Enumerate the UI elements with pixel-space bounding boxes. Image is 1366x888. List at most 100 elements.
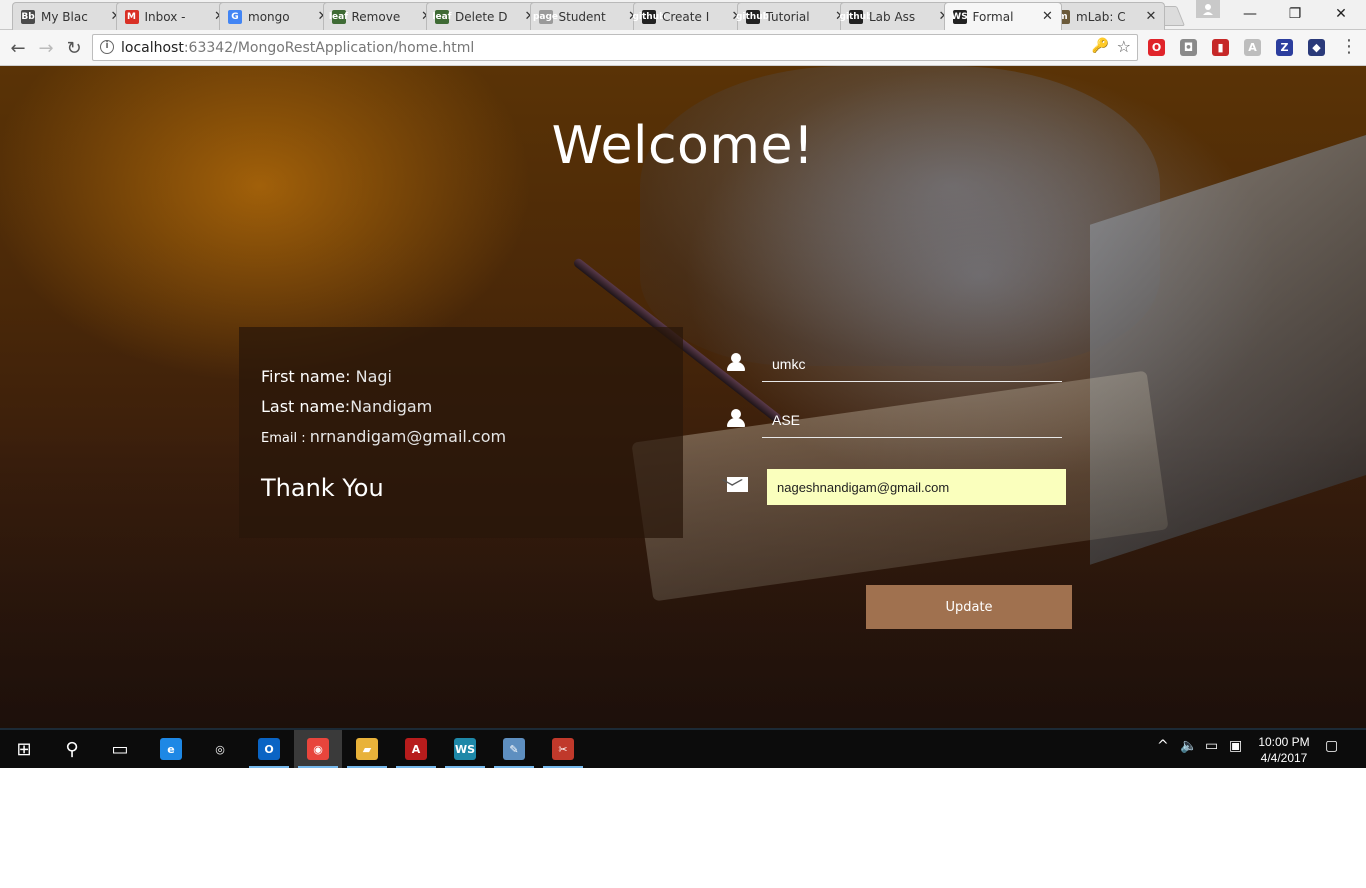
tab-strip: — ❐ ✕ BbMy Blac✕MInbox -✕Gmongo✕leafRemo… xyxy=(0,0,1366,30)
second-field-input[interactable]: ASE xyxy=(762,402,1062,438)
running-indicator xyxy=(396,766,436,768)
running-indicator xyxy=(494,766,534,768)
key-icon[interactable]: 🔑 xyxy=(1092,38,1109,54)
tab-label: Formal xyxy=(972,9,1014,24)
back-button[interactable]: ← xyxy=(6,36,30,60)
opera-icon[interactable]: O xyxy=(1148,39,1165,56)
browser-tab[interactable]: githubCreate I✕ xyxy=(632,2,751,30)
first-field-input[interactable]: umkc xyxy=(762,346,1062,382)
paint-icon[interactable]: ✎ xyxy=(490,730,538,768)
acrobat-icon[interactable]: A xyxy=(392,730,440,768)
close-window-button[interactable]: ✕ xyxy=(1318,0,1364,28)
edge-icon[interactable]: e xyxy=(147,730,195,768)
email-row: Email : nrnandigam@gmail.com xyxy=(261,427,506,446)
profile-summary-card: First name: Nagi Last name:Nandigam Emai… xyxy=(239,327,683,538)
zotero-icon[interactable]: Z xyxy=(1276,39,1293,56)
volume-icon[interactable]: 🔈 xyxy=(1180,738,1197,754)
running-indicator xyxy=(249,766,289,768)
tab-label: My Blac xyxy=(41,9,88,24)
email-label: Email : xyxy=(261,431,310,446)
running-indicator xyxy=(298,766,338,768)
last-name-row: Last name:Nandigam xyxy=(261,397,432,416)
browser-tab[interactable]: BbMy Blac✕ xyxy=(12,2,130,30)
browser-tab[interactable]: WS Formal ✕ xyxy=(943,2,1062,30)
chrome-glyph: ◉ xyxy=(307,738,329,760)
network-icon[interactable]: ▣ xyxy=(1229,738,1242,754)
tab-label: Lab Ass xyxy=(869,9,916,24)
browser-tab[interactable]: pageStudent✕ xyxy=(529,2,648,30)
tab-label: Delete D xyxy=(455,9,508,24)
file-explorer-icon[interactable]: ▰ xyxy=(343,730,391,768)
webstorm-icon[interactable]: WS xyxy=(441,730,489,768)
browser-tab[interactable]: Gmongo✕ xyxy=(219,2,337,30)
chrome-menu-icon[interactable]: ⋮ xyxy=(1340,36,1358,57)
tab-label: Create I xyxy=(662,9,710,24)
address-bar[interactable]: i localhost:63342/MongoRestApplication/h… xyxy=(92,34,1138,61)
bookmark-star-icon[interactable]: ☆ xyxy=(1117,37,1131,56)
first-name-label: First name: xyxy=(261,367,356,386)
first-name-value: Nagi xyxy=(355,367,392,386)
tab-favicon-icon: M xyxy=(124,9,139,24)
page-title: Welcome! xyxy=(551,116,815,176)
tab-label: Inbox - xyxy=(144,9,186,24)
file-explorer-glyph: ▰ xyxy=(356,738,378,760)
url-path: :63342/MongoRestApplication/home.html xyxy=(183,40,475,56)
acrobat-glyph: A xyxy=(405,738,427,760)
info-icon[interactable]: i xyxy=(100,40,114,54)
tab-favicon-icon: page xyxy=(532,9,559,24)
browser-tab[interactable]: m mLab: C ✕ xyxy=(1047,2,1165,30)
tab-favicon-icon: leaf xyxy=(432,9,452,24)
clock-time: 10:00 PM xyxy=(1258,735,1310,749)
edge-glyph: e xyxy=(160,738,182,760)
tab-label: mLab: C xyxy=(1076,9,1126,24)
tab-favicon-icon: Bb xyxy=(21,9,35,24)
tab-close-icon[interactable]: ✕ xyxy=(1144,9,1158,24)
search-button[interactable]: ⚲ xyxy=(48,730,96,768)
browser-toolbar: ← → ↻ i localhost:63342/MongoRestApplica… xyxy=(0,30,1366,66)
bookmark-red-icon[interactable]: ▮ xyxy=(1212,39,1229,56)
chart-extension-icon[interactable]: ◆ xyxy=(1308,39,1325,56)
browser-tab[interactable]: githubTutorial✕ xyxy=(736,2,855,30)
running-indicator xyxy=(543,766,583,768)
tray-chevron-icon[interactable]: ^ xyxy=(1157,738,1169,754)
outlook-glyph: O xyxy=(258,738,280,760)
notifications-icon[interactable]: ▢ xyxy=(1325,738,1338,754)
tab-label: Remove xyxy=(351,9,401,24)
running-indicator xyxy=(347,766,387,768)
profile-icon[interactable] xyxy=(1196,0,1220,18)
tab-close-icon[interactable]: ✕ xyxy=(1041,9,1055,24)
forward-button[interactable]: → xyxy=(34,36,58,60)
groove-icon[interactable]: ◎ xyxy=(196,730,244,768)
taskbar-clock[interactable]: 10:00 PM 4/4/2017 xyxy=(1252,734,1316,766)
minimize-button[interactable]: — xyxy=(1227,0,1273,28)
pdf-icon[interactable]: A xyxy=(1244,39,1261,56)
start-button[interactable]: ⊞ xyxy=(0,730,48,768)
update-button[interactable]: Update xyxy=(866,585,1072,629)
user-icon xyxy=(726,353,746,373)
browser-tab[interactable]: leafRemove✕ xyxy=(322,2,441,30)
page-content: Welcome! First name: Nagi Last name:Nand… xyxy=(0,66,1366,728)
restore-button[interactable]: ❐ xyxy=(1272,0,1318,28)
outlook-icon[interactable]: O xyxy=(245,730,293,768)
first-name-row: First name: Nagi xyxy=(261,367,392,386)
browser-tab[interactable]: githubLab Ass✕ xyxy=(839,2,958,30)
email-field[interactable]: nageshnandigam@gmail.com xyxy=(767,469,1066,505)
tab-label: Student xyxy=(558,9,606,24)
tab-favicon-icon: G xyxy=(228,9,242,24)
user-icon xyxy=(726,409,746,429)
browser-tab[interactable]: leafDelete D✕ xyxy=(426,2,544,30)
extension-grey-icon[interactable]: ◘ xyxy=(1180,39,1197,56)
last-name-label: Last name: xyxy=(261,397,351,416)
browser-tab[interactable]: MInbox -✕ xyxy=(115,2,234,30)
snipping-tool-icon[interactable]: ✂ xyxy=(539,730,587,768)
windows-taskbar: ⊞ ⚲ ▭ e ◎ O ◉ ▰ A WS ✎ ✂ ^ 🔈 ▭ ▣ 10:00 PM 4/4/2017 … xyxy=(0,728,1366,768)
tab-favicon-icon: github xyxy=(839,9,873,24)
reload-button[interactable]: ↻ xyxy=(62,36,86,60)
tab-favicon-icon: WS xyxy=(951,9,968,24)
start-glyph: ⊞ xyxy=(16,738,32,760)
battery-icon[interactable]: ▭ xyxy=(1205,738,1218,754)
url-text[interactable]: localhost:63342/MongoRestApplication/hom… xyxy=(121,40,474,56)
tab-label: Tutorial xyxy=(765,9,810,24)
task-view-button[interactable]: ▭ xyxy=(96,730,144,768)
chrome-icon[interactable]: ◉ xyxy=(294,730,342,768)
